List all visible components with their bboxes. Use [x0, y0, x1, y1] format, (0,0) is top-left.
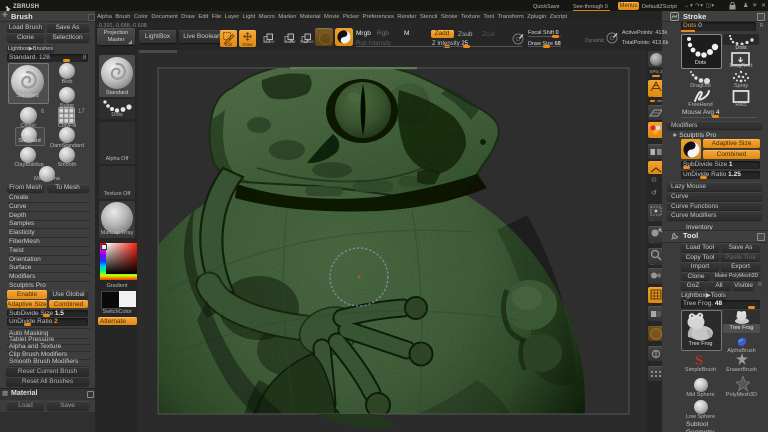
svg-text:S: S	[695, 354, 703, 368]
svg-text:Draw: Draw	[242, 42, 253, 47]
svg-text:Edit: Edit	[224, 42, 232, 47]
